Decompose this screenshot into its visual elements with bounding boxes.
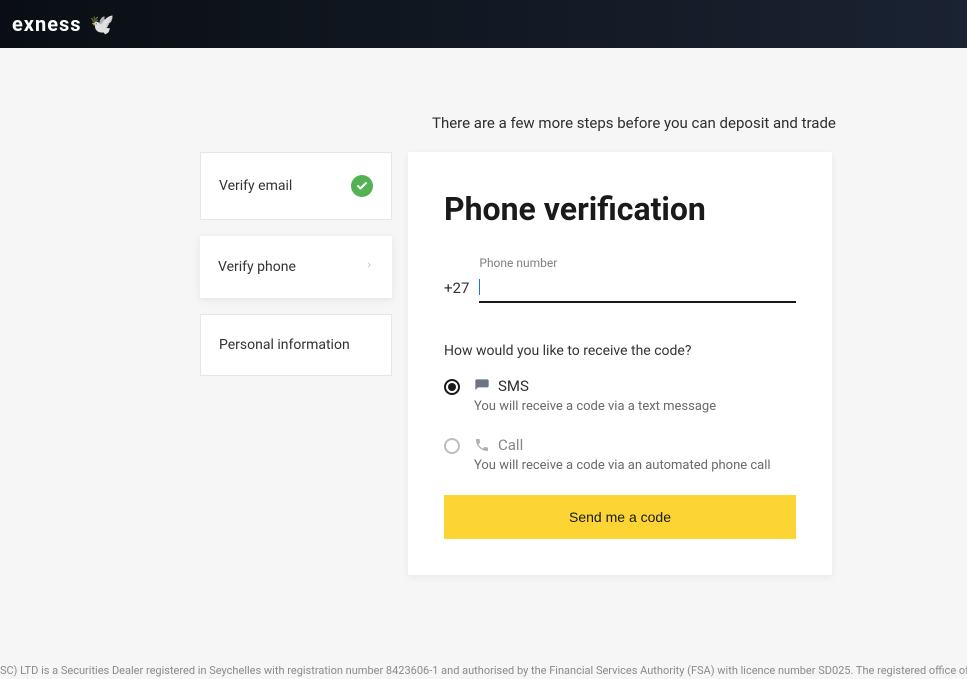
phone-label: Phone number (479, 256, 796, 270)
option-title: SMS (498, 377, 529, 395)
phone-prefix[interactable]: +27 (444, 279, 469, 303)
option-call[interactable]: Call You will receive a code via an auto… (444, 436, 796, 473)
chevron-right-icon (364, 258, 374, 276)
step-label: Verify phone (218, 259, 296, 275)
card-title: Phone verification (444, 190, 796, 228)
legal-footer: SC) LTD is a Securities Dealer registere… (0, 664, 967, 677)
dove-icon: 🕊️ (90, 12, 116, 36)
input-caret (479, 279, 480, 295)
step-personal-info[interactable]: Personal information (200, 314, 392, 376)
radio-call[interactable] (444, 438, 460, 454)
option-sub: You will receive a code via an automated… (474, 458, 796, 473)
steps-sidebar: Verify email Verify phone Personal infor… (200, 152, 392, 376)
phone-input[interactable] (479, 274, 796, 303)
delivery-question: How would you like to receive the code? (444, 343, 796, 359)
radio-sms[interactable] (444, 379, 460, 395)
sms-icon (474, 378, 490, 394)
step-verify-phone[interactable]: Verify phone (200, 236, 392, 298)
call-icon (474, 437, 490, 453)
step-verify-email[interactable]: Verify email (200, 152, 392, 220)
brand-logo[interactable]: exness 🕊️ (12, 12, 115, 36)
check-icon (351, 175, 373, 197)
step-label: Verify email (219, 178, 292, 194)
send-code-button[interactable]: Send me a code (444, 495, 796, 539)
option-title: Call (498, 436, 523, 454)
brand-text: exness (12, 12, 82, 36)
app-header: exness 🕊️ (0, 0, 967, 48)
step-label: Personal information (219, 337, 350, 353)
option-sub: You will receive a code via a text messa… (474, 399, 796, 414)
phone-row: +27 Phone number (444, 256, 796, 303)
verification-card: Phone verification +27 Phone number How … (408, 152, 832, 575)
page-intro: There are a few more steps before you ca… (432, 114, 836, 132)
option-sms[interactable]: SMS You will receive a code via a text m… (444, 377, 796, 414)
